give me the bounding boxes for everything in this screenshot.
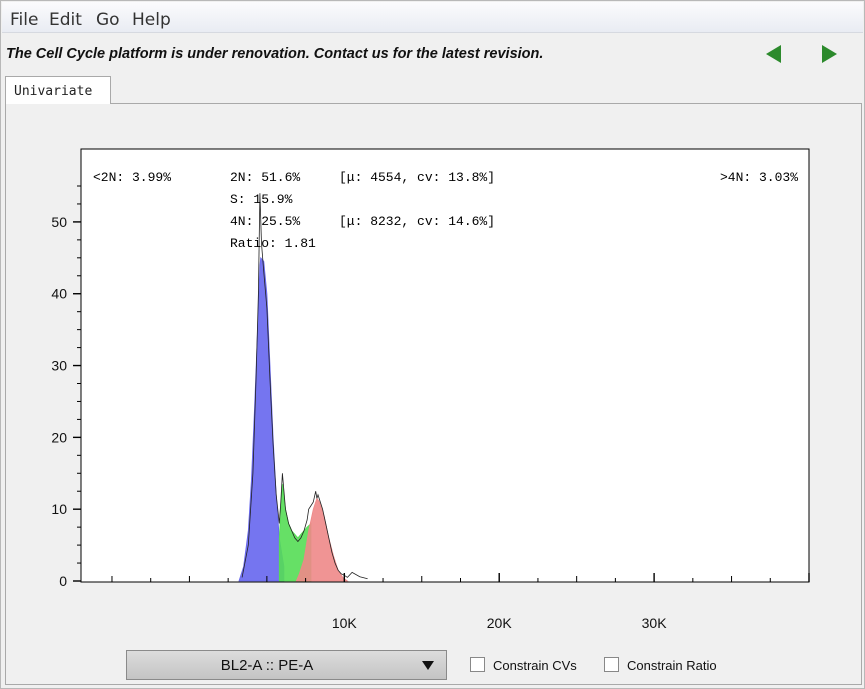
y-tick-label: 30 — [51, 358, 67, 374]
s-phase-stat: S: 15.9% — [230, 192, 293, 207]
x-tick-label: 20K — [487, 615, 513, 631]
gt4n-stat: >4N: 3.03% — [720, 170, 798, 185]
constrain-cvs-checkbox[interactable] — [470, 657, 485, 672]
lt2n-stat: <2N: 3.99% — [93, 170, 171, 185]
parameter-dropdown[interactable]: BL2-A :: PE-A — [126, 650, 447, 680]
constrain-ratio-label: Constrain Ratio — [627, 658, 717, 673]
g1-peak-stat: [μ: 4554, cv: 13.8%] — [339, 170, 495, 185]
x-tick-label: 10K — [332, 615, 358, 631]
histogram-chart: 0 10 20 30 40 50 10K 20K 30K <2N: 3.99% 2N: 51.6… — [51, 148, 810, 631]
dropdown-arrow-icon — [422, 661, 434, 670]
g1-stat: 2N: 51.6% — [230, 170, 300, 185]
constrain-cvs-label: Constrain CVs — [493, 658, 577, 673]
y-tick-label: 50 — [51, 214, 67, 230]
y-tick-label: 20 — [51, 429, 67, 445]
x-tick-label: 30K — [642, 615, 668, 631]
y-tick-label: 40 — [51, 286, 67, 302]
g2-stat: 4N: 25.5% — [230, 214, 300, 229]
parameter-dropdown-value: BL2-A :: PE-A — [220, 657, 314, 674]
constrain-ratio-checkbox[interactable] — [604, 657, 619, 672]
tab-univariate-label: Univariate — [14, 84, 93, 99]
tab-univariate[interactable]: Univariate — [5, 76, 111, 104]
app-window: File Edit Go Help The Cell Cycle platfor… — [0, 0, 865, 689]
ratio-stat: Ratio: 1.81 — [230, 236, 316, 251]
y-tick-label: 10 — [51, 501, 67, 517]
g2-peak-stat: [μ: 8232, cv: 14.6%] — [339, 214, 495, 229]
y-tick-label: 0 — [59, 573, 67, 589]
